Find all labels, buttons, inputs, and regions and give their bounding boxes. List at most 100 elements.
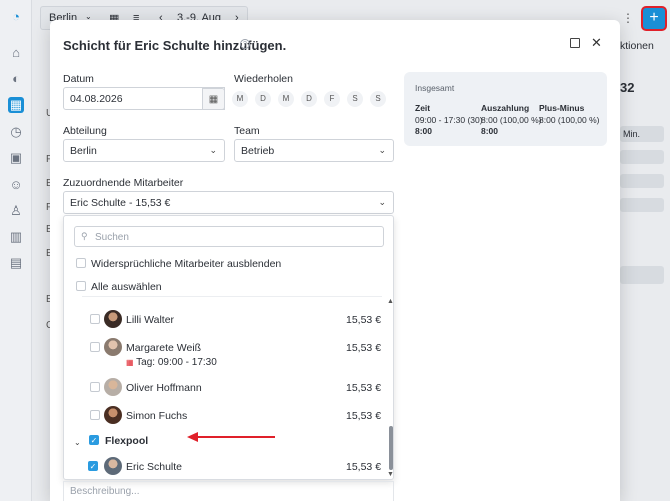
select-all-label[interactable]: Alle auswählen: [91, 281, 162, 293]
bg-cell: [620, 174, 664, 188]
modal-title: Schicht für Eric Schulte hinzufügen.: [63, 38, 287, 53]
avatar: [104, 310, 122, 328]
weekday-toggle[interactable]: D: [255, 91, 271, 107]
search-placeholder: Suchen: [95, 232, 129, 243]
repeat-label: Wiederholen: [234, 73, 293, 85]
employee-rate: 15,53 €: [346, 410, 382, 422]
home-icon[interactable]: ⌂: [8, 45, 24, 61]
avatar: [104, 338, 122, 356]
collapse-chevron-icon[interactable]: ⌄: [74, 438, 81, 447]
employee-rate: 15,53 €: [346, 461, 382, 473]
chevron-down-icon: ⌄: [378, 197, 386, 207]
summary-col-time: Zeit 09:00 - 17:30 (30) 8:00: [415, 103, 483, 138]
summary-value: 8:00 (100,00 %): [539, 114, 600, 125]
summary-value: 8:00 (100,00 %): [481, 114, 542, 125]
summary-col-plusminus: Plus-Minus 8:00 (100,00 %): [539, 103, 599, 126]
summary-header: Zeit: [415, 103, 431, 113]
team-icon[interactable]: ☺: [8, 177, 24, 193]
team-select[interactable]: Betrieb ⌄: [234, 139, 394, 162]
expand-icon[interactable]: [570, 38, 580, 48]
add-shift-modal: Schicht für Eric Schulte hinzufügen. ? ✕…: [50, 20, 620, 501]
employee-rate: 15,53 €: [346, 382, 382, 394]
calendar-warning-icon: ▦: [126, 358, 134, 367]
weekday-toggle[interactable]: F: [324, 91, 340, 107]
employee-checkbox[interactable]: [90, 382, 100, 392]
annotation-arrow: [187, 432, 275, 442]
group-name[interactable]: Flexpool: [105, 435, 148, 447]
scroll-up-icon[interactable]: ▲: [387, 298, 393, 305]
employee-rate: 15,53 €: [346, 314, 382, 326]
employee-checkbox[interactable]: [90, 410, 100, 420]
dashboard-icon[interactable]: ◐: [8, 71, 24, 87]
employee-rate: 15,53 €: [346, 342, 382, 354]
shift-conflict: ▦ Tag: 09:00 - 17:30: [126, 357, 217, 368]
search-input[interactable]: ⚲ Suchen: [74, 226, 384, 247]
calendar-picker-icon[interactable]: ▦: [202, 88, 225, 110]
avatar: [104, 406, 122, 424]
divider: [82, 296, 382, 297]
chart-icon[interactable]: ▥: [8, 229, 24, 245]
search-icon: ⚲: [81, 231, 88, 241]
employee-name[interactable]: Margarete Weiß: [126, 342, 201, 354]
department-value: Berlin: [70, 145, 97, 157]
app-logo-icon: ◔: [12, 9, 20, 24]
report-icon[interactable]: ▤: [8, 255, 24, 271]
user-add-icon[interactable]: ♙: [8, 203, 24, 219]
department-label: Abteilung: [63, 125, 107, 137]
actions-button[interactable]: ktionen: [620, 40, 670, 62]
close-icon[interactable]: ✕: [591, 35, 602, 51]
more-icon[interactable]: ⋮: [620, 8, 636, 28]
summary-header: Auszahlung: [481, 103, 530, 113]
employee-name[interactable]: Eric Schulte: [126, 461, 182, 473]
department-select[interactable]: Berlin ⌄: [63, 139, 225, 162]
chevron-down-icon: ⌄: [209, 145, 217, 155]
calendar-icon[interactable]: ▦: [8, 97, 24, 113]
date-label: Datum: [63, 73, 94, 85]
right-value: 32: [620, 80, 635, 95]
summary-panel: Insgesamt Zeit 09:00 - 17:30 (30) 8:00 A…: [404, 72, 607, 146]
employee-checkbox[interactable]: ✓: [88, 461, 98, 471]
chevron-down-icon: ⌄: [378, 145, 386, 155]
select-all-checkbox[interactable]: [76, 281, 86, 291]
summary-title: Insgesamt: [415, 83, 455, 93]
scroll-down-icon[interactable]: ▼: [387, 471, 393, 478]
clock-icon[interactable]: ◷: [8, 124, 24, 140]
shift-conflict-text: Tag: 09:00 - 17:30: [136, 357, 217, 368]
date-input[interactable]: 04.08.2026: [63, 87, 225, 110]
avatar: [104, 457, 122, 475]
summary-total: 8:00: [481, 126, 499, 136]
employees-label: Zuzuordnende Mitarbeiter: [63, 177, 184, 189]
avatar: [104, 378, 122, 396]
employee-checkbox[interactable]: [90, 314, 100, 324]
bg-cell: [620, 266, 664, 284]
hide-conflicts-label[interactable]: Widersprüchliche Mitarbeiter ausblenden: [91, 258, 281, 270]
weekday-toggle[interactable]: S: [370, 91, 386, 107]
weekday-toggle[interactable]: D: [301, 91, 317, 107]
team-label: Team: [234, 125, 260, 137]
bg-cell: [620, 150, 664, 164]
employee-name[interactable]: Oliver Hoffmann: [126, 382, 202, 394]
nav-rail: ◔ ⌂ ◐ ▦ ◷ ▣ ☺ ♙ ▥ ▤: [0, 0, 32, 501]
summary-value: 09:00 - 17:30 (30): [415, 114, 483, 125]
summary-col-payout: Auszahlung 8:00 (100,00 %) 8:00: [481, 103, 541, 138]
group-checkbox[interactable]: ✓: [89, 435, 99, 445]
image-icon[interactable]: ▣: [8, 150, 24, 166]
employees-select[interactable]: Eric Schulte - 15,53 € ⌄: [63, 191, 394, 214]
right-badge: Min.: [620, 126, 664, 142]
employee-name[interactable]: Simon Fuchs: [126, 410, 187, 422]
weekday-toggle[interactable]: M: [278, 91, 294, 107]
employee-name[interactable]: Lilli Walter: [126, 314, 174, 326]
team-value: Betrieb: [241, 145, 275, 157]
summary-total: 8:00: [415, 126, 433, 136]
add-shift-button[interactable]: +: [643, 8, 665, 29]
help-icon[interactable]: ?: [240, 39, 250, 49]
employee-checkbox[interactable]: [90, 342, 100, 352]
scrollbar-thumb[interactable]: [389, 426, 393, 470]
description-input[interactable]: Beschreibung...: [63, 481, 394, 501]
weekday-toggle[interactable]: M: [232, 91, 248, 107]
employee-dropdown: ⚲ Suchen Widersprüchliche Mitarbeiter au…: [63, 215, 394, 480]
summary-header: Plus-Minus: [539, 103, 585, 113]
hide-conflicts-checkbox[interactable]: [76, 258, 86, 268]
employees-value: Eric Schulte - 15,53 €: [70, 197, 171, 209]
weekday-toggle[interactable]: S: [347, 91, 363, 107]
